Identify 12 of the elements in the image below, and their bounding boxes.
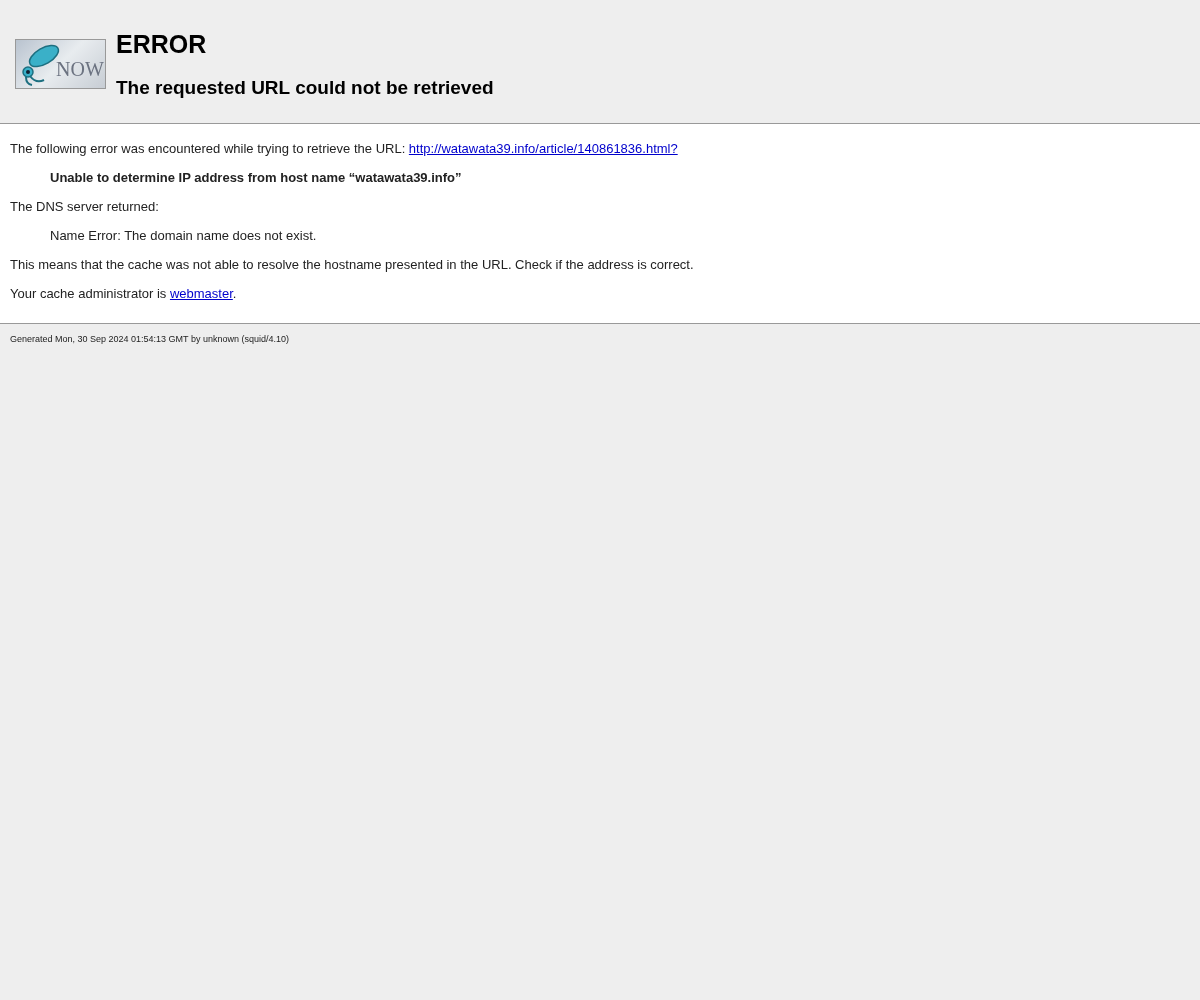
- error-title: ERROR: [116, 30, 208, 59]
- error-intro: The following error was encountered while trying to retrieve the URL: http://watawata39.info/article/140861836.html?: [10, 140, 679, 158]
- admin-text: Your cache administrator is webmaster.: [10, 285, 238, 303]
- explanation-text: This means that the cache was not able to resolve the hostname presented in the URL. Check if the address is correct.: [10, 256, 695, 274]
- webmaster-link[interactable]: webmaster: [169, 286, 233, 301]
- error-message: Unable to determine IP address from host name “watawata39.info”: [49, 169, 463, 187]
- dns-label: The DNS server returned:: [10, 198, 160, 216]
- logo-text: NOW: [56, 57, 104, 81]
- generated-footer: Generated Mon, 30 Sep 2024 01:54:13 GMT by unknown (squid/4.10): [10, 334, 1190, 344]
- url-link[interactable]: http://watawata39.info/article/140861836.html?: [408, 141, 678, 156]
- dns-detail: Name Error: The domain name does not exist.: [49, 227, 318, 245]
- error-subtitle: The requested URL could not be retrieved: [116, 77, 494, 99]
